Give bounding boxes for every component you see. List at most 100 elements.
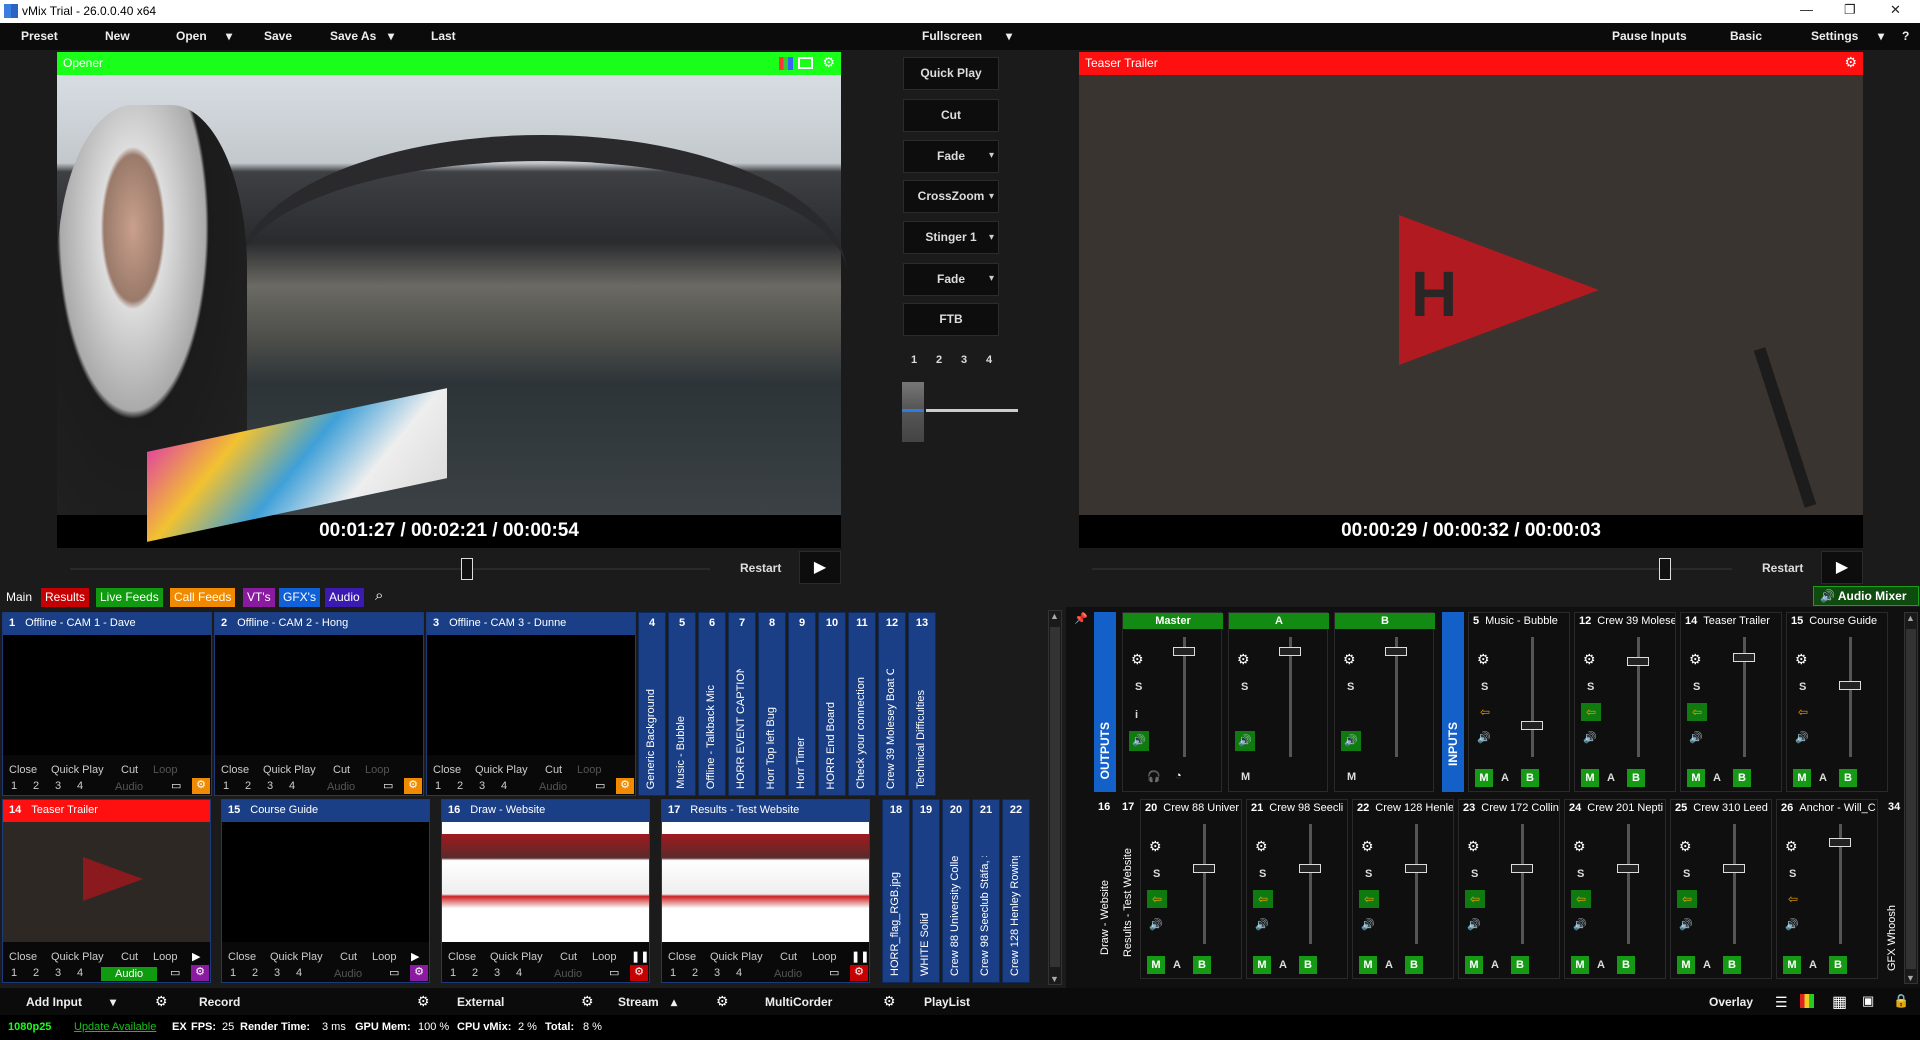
- bus-volume-knob[interactable]: [1173, 647, 1195, 656]
- input-15-layer-4-button[interactable]: 4: [296, 967, 302, 979]
- fade-transition-button[interactable]: Fade: [903, 140, 999, 173]
- bus-info-button[interactable]: i: [1135, 709, 1138, 721]
- input-14-loop-button[interactable]: Loop: [153, 951, 177, 963]
- strip-volume-knob[interactable]: [1839, 681, 1861, 690]
- input-cell-header[interactable]: 17 Results - Test Website: [662, 800, 869, 822]
- external-button[interactable]: External: [457, 995, 504, 1009]
- input-3-layer-4-button[interactable]: 4: [501, 780, 507, 792]
- bus-mute-button[interactable]: M: [1241, 771, 1250, 783]
- strip-mute-speaker-icon[interactable]: 🔊: [1361, 918, 1375, 931]
- ftb-button[interactable]: FTB: [903, 303, 999, 336]
- preview-position-slider[interactable]: [461, 558, 473, 580]
- strip-route-b-button[interactable]: B: [1723, 956, 1741, 974]
- input-tile-compact[interactable]: 9 Horr Timer: [788, 612, 816, 796]
- bus-solo-button[interactable]: S: [1241, 681, 1248, 693]
- audio-follow-arrow-icon[interactable]: ⇦: [1359, 890, 1379, 908]
- preview-video-frame[interactable]: [57, 75, 847, 542]
- stinger-transition-button[interactable]: Stinger 1: [903, 221, 999, 254]
- audio-follow-arrow-icon[interactable]: ⇦: [1793, 703, 1813, 721]
- update-available-link[interactable]: Update Available: [74, 1021, 156, 1033]
- input-14-settings-gear-icon[interactable]: ⚙: [191, 965, 209, 981]
- input-3-external-output-icon[interactable]: ▭: [595, 779, 605, 792]
- strip-route-b-button[interactable]: B: [1617, 956, 1635, 974]
- strip-volume-knob[interactable]: [1511, 864, 1533, 873]
- input-cell-header[interactable]: 16 Draw - Website: [442, 800, 649, 822]
- strip-solo-button[interactable]: S: [1799, 681, 1806, 693]
- strip-route-a-button[interactable]: A: [1491, 959, 1499, 971]
- strip-route-master-button[interactable]: M: [1475, 769, 1493, 787]
- strip-volume-knob[interactable]: [1521, 721, 1543, 730]
- tab-gfxs[interactable]: GFX's: [279, 588, 320, 607]
- inputs-scrollbar-down[interactable]: ▼: [1050, 974, 1059, 984]
- input-15-layer-3-button[interactable]: 3: [274, 967, 280, 979]
- input-1-layer-1-button[interactable]: 1: [11, 780, 17, 792]
- audio-follow-arrow-icon[interactable]: ⇦: [1571, 890, 1591, 908]
- transition-slot-3[interactable]: 3: [961, 354, 967, 366]
- input-16-cut-button[interactable]: Cut: [560, 951, 577, 963]
- strip-volume-track[interactable]: [1415, 824, 1418, 944]
- input-tile-compact[interactable]: 22 Crew 128 Henley Rowing Club: [1002, 799, 1030, 983]
- input-17-cut-button[interactable]: Cut: [780, 951, 797, 963]
- input-2-loop-button[interactable]: Loop: [365, 764, 389, 776]
- input-3-quick-play-button[interactable]: Quick Play: [475, 764, 528, 776]
- input-tile-compact[interactable]: 10 HORR End Board: [818, 612, 846, 796]
- bus-solo-button[interactable]: S: [1135, 681, 1142, 693]
- strip-volume-track[interactable]: [1309, 824, 1312, 944]
- pause-inputs-button[interactable]: Pause Inputs: [1612, 29, 1687, 43]
- input-15-loop-button[interactable]: Loop: [372, 951, 396, 963]
- input-tile-compact[interactable]: 13 Technical Difficulties: [908, 612, 936, 796]
- preview-restart-button[interactable]: Restart: [740, 561, 781, 575]
- strip-route-master-button[interactable]: M: [1783, 956, 1801, 974]
- input-cell-header[interactable]: 2 Offline - CAM 2 - Hong: [215, 613, 423, 635]
- strip-volume-knob[interactable]: [1627, 657, 1649, 666]
- strip-volume-track[interactable]: [1733, 824, 1736, 944]
- preview-play-button[interactable]: ▶: [799, 551, 841, 584]
- input-cell[interactable]: 17 Results - Test Website Close Quick Play C…: [661, 799, 870, 983]
- bus-mute-speaker-icon[interactable]: 🔊: [1129, 731, 1149, 751]
- strip-route-master-button[interactable]: M: [1571, 956, 1589, 974]
- help-button[interactable]: ?: [1902, 29, 1909, 43]
- settings-dropdown-arrow[interactable]: ▾: [1878, 29, 1884, 43]
- strip-volume-knob[interactable]: [1299, 864, 1321, 873]
- screenshot-icon[interactable]: ▣: [1862, 993, 1874, 1009]
- inputs-scrollbar-up[interactable]: ▲: [1050, 611, 1059, 621]
- strip-volume-track[interactable]: [1627, 824, 1630, 944]
- audio-follow-arrow-icon[interactable]: ⇦: [1677, 890, 1697, 908]
- output-position-track[interactable]: [1092, 568, 1732, 570]
- save-as-button[interactable]: Save As: [330, 29, 376, 43]
- input-17-audio-button[interactable]: Audio: [760, 967, 816, 981]
- strip-route-a-button[interactable]: A: [1385, 959, 1393, 971]
- pin-icon[interactable]: 📌: [1074, 612, 1088, 625]
- mixer-scrollbar-down[interactable]: ▼: [1906, 973, 1915, 983]
- input-cell[interactable]: 1 Offline - CAM 1 - Dave Close Quick Play Cu…: [2, 612, 212, 796]
- fade-dropdown-arrow[interactable]: ▾: [989, 150, 994, 161]
- audio-follow-arrow-icon[interactable]: ⇦: [1581, 703, 1601, 721]
- strip-route-b-button[interactable]: B: [1733, 769, 1751, 787]
- strip-solo-button[interactable]: S: [1683, 868, 1690, 880]
- input-3-loop-button[interactable]: Loop: [577, 764, 601, 776]
- input-15-external-output-icon[interactable]: ▭: [389, 966, 399, 979]
- tab-audio[interactable]: Audio: [325, 588, 364, 607]
- strip-mute-speaker-icon[interactable]: 🔊: [1573, 918, 1587, 931]
- tab-results[interactable]: Results: [41, 588, 90, 607]
- bus-mute-speaker-icon[interactable]: 🔊: [1235, 731, 1255, 751]
- input-3-audio-button[interactable]: Audio: [525, 780, 581, 794]
- audio-follow-arrow-icon[interactable]: ⇦: [1783, 890, 1803, 908]
- bus-mute-button[interactable]: M: [1347, 771, 1356, 783]
- input-thumbnail[interactable]: [3, 822, 210, 942]
- strip-volume-knob[interactable]: [1405, 864, 1427, 873]
- strip-mute-speaker-icon[interactable]: 🔊: [1583, 731, 1597, 744]
- save-button[interactable]: Save: [264, 29, 292, 43]
- input-1-settings-gear-icon[interactable]: ⚙: [192, 778, 210, 794]
- input-17-layer-3-button[interactable]: 3: [714, 967, 720, 979]
- audio-follow-arrow-icon[interactable]: ⇦: [1475, 703, 1495, 721]
- input-3-layer-1-button[interactable]: 1: [435, 780, 441, 792]
- strip-settings-gear-icon[interactable]: ⚙: [1149, 838, 1162, 855]
- multicorder-settings-gear-icon[interactable]: ⚙: [716, 993, 729, 1010]
- new-button[interactable]: New: [105, 29, 130, 43]
- audio-follow-arrow-icon[interactable]: ⇦: [1465, 890, 1485, 908]
- strip-route-a-button[interactable]: A: [1279, 959, 1287, 971]
- t-bar-track[interactable]: [926, 409, 1018, 412]
- input-17-layer-4-button[interactable]: 4: [736, 967, 742, 979]
- settings-button[interactable]: Settings: [1811, 29, 1858, 43]
